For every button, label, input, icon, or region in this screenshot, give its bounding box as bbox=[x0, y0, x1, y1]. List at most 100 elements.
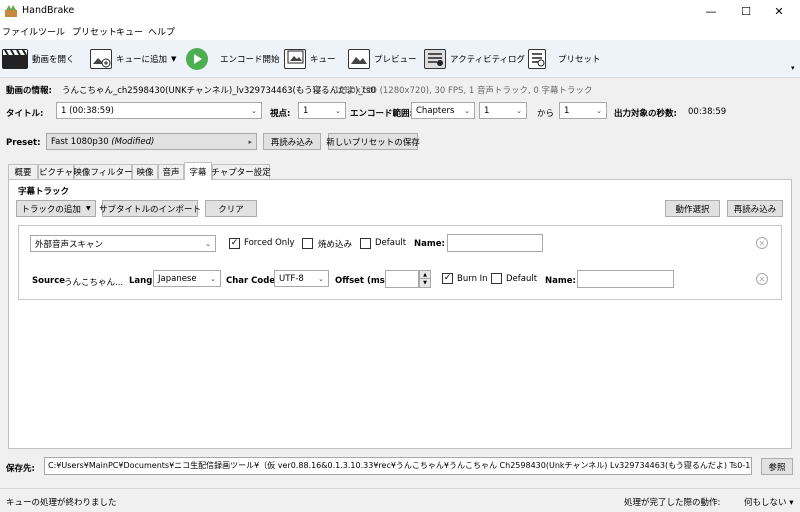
preview-button[interactable]: プレビュー bbox=[348, 46, 417, 72]
range-end-select[interactable]: 1 ⌄ bbox=[559, 102, 607, 119]
spinner-down-icon[interactable]: ▼ bbox=[420, 279, 430, 287]
add-track-label: トラックの追加 bbox=[21, 204, 81, 215]
angle-label: 視点: bbox=[270, 109, 291, 119]
preset-selector[interactable]: Fast 1080p30 (Modified) ▸ bbox=[46, 133, 257, 150]
source-details: 1280x720 (1280x720), 30 FPS, 1 音声トラック, 0… bbox=[334, 86, 593, 96]
save-new-preset-button[interactable]: 新しいプリセットの保存 bbox=[326, 133, 420, 150]
preset-name: Fast 1080p30 bbox=[51, 136, 109, 147]
preset-label: Preset: bbox=[6, 138, 41, 148]
open-source-label: 動画を開く bbox=[32, 55, 75, 65]
clear-button[interactable]: クリア bbox=[205, 200, 257, 217]
start-encode-label: エンコード開始 bbox=[220, 55, 280, 65]
track1-burn-label: 焼め込み bbox=[318, 240, 353, 250]
when-done-label: 処理が完了した際の動作: bbox=[624, 498, 721, 508]
check-icon: ✓ bbox=[230, 238, 239, 248]
tab-audio[interactable]: 音声 bbox=[158, 164, 184, 179]
tab-picture[interactable]: ピクチャ bbox=[38, 164, 74, 179]
track1-source-value: 外部音声スキャン bbox=[35, 239, 104, 250]
menu-tools[interactable]: ツール bbox=[38, 25, 65, 38]
track2-remove-icon[interactable]: ✕ bbox=[756, 273, 768, 285]
tab-video[interactable]: 映像 bbox=[132, 164, 158, 179]
close-button[interactable]: ✕ bbox=[756, 0, 800, 22]
track2-name-input[interactable] bbox=[577, 270, 674, 288]
chevron-down-icon: ⌄ bbox=[318, 274, 324, 283]
track1-forced-label: Forced Only bbox=[244, 238, 295, 248]
track2-burn-checkbox[interactable]: ✓ bbox=[442, 273, 453, 284]
when-done-select[interactable]: 何もしない ▾ bbox=[744, 496, 794, 508]
preset-modified: (Modified) bbox=[111, 136, 155, 147]
track1-name-input[interactable] bbox=[447, 234, 543, 252]
track2-lang-select[interactable]: Japanese ⌄ bbox=[153, 270, 221, 287]
spinner-up-icon[interactable]: ▲ bbox=[420, 271, 430, 279]
add-image-icon bbox=[90, 49, 112, 69]
track1-name-label: Name: bbox=[414, 239, 445, 249]
track1-burn-checkbox[interactable] bbox=[302, 238, 313, 249]
start-encode-button[interactable]: エンコード開始 bbox=[186, 46, 280, 72]
browse-button[interactable]: 参照 bbox=[761, 458, 793, 475]
menu-help[interactable]: ヘルプ bbox=[148, 25, 175, 38]
track2-offset-input[interactable] bbox=[385, 270, 419, 288]
open-source-button[interactable]: 動画を開く bbox=[2, 46, 75, 72]
add-to-queue-button[interactable]: キューに追加 ▼ bbox=[90, 46, 176, 72]
chevron-down-icon: ⌄ bbox=[464, 106, 470, 115]
activity-log-icon bbox=[424, 49, 446, 69]
subtitles-panel bbox=[8, 179, 792, 449]
window-title: HandBrake bbox=[22, 5, 75, 16]
track2-default-label: Default bbox=[506, 274, 538, 284]
track2-default-checkbox[interactable] bbox=[491, 273, 502, 284]
chevron-down-icon: ⌄ bbox=[251, 106, 257, 115]
clapperboard-icon bbox=[2, 49, 28, 69]
chevron-down-icon: ▾ bbox=[789, 498, 794, 508]
toolbar-overflow-icon[interactable]: ▾ bbox=[791, 64, 795, 72]
when-done-value: 何もしない bbox=[744, 498, 787, 508]
toolbar: 動画を開く キューに追加 ▼ エンコード開始 キュー プレビュー アクティビティ… bbox=[0, 40, 800, 78]
range-to-label: から bbox=[537, 109, 555, 119]
close-icon: ✕ bbox=[774, 4, 784, 18]
add-track-button[interactable]: トラックの追加 ▼ bbox=[16, 200, 96, 217]
menu-queue[interactable]: キュー bbox=[116, 25, 143, 38]
source-name: うんこちゃん_ch2598430(UNKチャンネル)_lv329734463(も… bbox=[62, 86, 376, 96]
presets-button[interactable]: プリセット bbox=[528, 46, 601, 72]
chevron-down-icon[interactable]: ▼ bbox=[171, 55, 176, 63]
tab-summary[interactable]: 概要 bbox=[8, 164, 38, 179]
menu-presets[interactable]: プリセット bbox=[72, 25, 117, 38]
duration-label: 出力対象の秒数: bbox=[614, 109, 677, 119]
activity-log-label: アクティビティログ bbox=[450, 55, 526, 65]
behavior-button[interactable]: 動作選択 bbox=[665, 200, 720, 217]
angle-select[interactable]: 1 ⌄ bbox=[298, 102, 346, 119]
track2-source-value: うんこちゃん... bbox=[64, 278, 124, 288]
track1-default-label: Default bbox=[375, 238, 407, 248]
tab-video-filters[interactable]: 映像フィルター bbox=[73, 164, 133, 179]
range-start-select[interactable]: 1 ⌄ bbox=[479, 102, 527, 119]
subtitles-reload-button[interactable]: 再読み込み bbox=[727, 200, 783, 217]
range-start-value: 1 bbox=[484, 105, 490, 116]
preset-reload-button[interactable]: 再読み込み bbox=[263, 133, 321, 150]
chevron-down-icon: ⌄ bbox=[335, 106, 341, 115]
track1-default-checkbox[interactable] bbox=[360, 238, 371, 249]
range-type-select[interactable]: Chapters ⌄ bbox=[411, 102, 475, 119]
maximize-icon: ☐ bbox=[741, 4, 751, 18]
presets-icon bbox=[528, 49, 546, 69]
track2-lang-value: Japanese bbox=[158, 273, 197, 284]
activity-log-button[interactable]: アクティビティログ bbox=[424, 46, 525, 72]
title-select[interactable]: 1 (00:38:59) ⌄ bbox=[56, 102, 262, 119]
track2-source-label: Source bbox=[32, 276, 66, 286]
source-info-label: 動画の情報: bbox=[6, 86, 52, 96]
status-text: キューの処理が終わりました bbox=[6, 498, 117, 508]
track1-source-select[interactable]: 外部音声スキャン ⌄ bbox=[30, 235, 216, 252]
track1-forced-checkbox[interactable]: ✓ bbox=[229, 238, 240, 249]
menu-file[interactable]: ファイル bbox=[2, 25, 38, 38]
queue-button[interactable]: キュー bbox=[284, 46, 336, 72]
tab-subtitles[interactable]: 字幕 bbox=[184, 162, 212, 180]
tab-chapters[interactable]: チャプター設定 bbox=[211, 164, 271, 179]
track2-offset-label: Offset (ms) bbox=[335, 276, 389, 286]
chevron-down-icon: ⌄ bbox=[210, 274, 216, 283]
track2-charcode-label: Char Code bbox=[226, 276, 276, 286]
track2-charcode-select[interactable]: UTF-8 ⌄ bbox=[274, 270, 329, 287]
import-subtitle-button[interactable]: サブタイトルのインポート bbox=[99, 200, 201, 217]
track1-remove-icon[interactable]: ✕ bbox=[756, 237, 768, 249]
check-icon: ✓ bbox=[443, 273, 452, 283]
presets-label: プリセット bbox=[558, 55, 601, 65]
title-select-value: 1 (00:38:59) bbox=[61, 105, 114, 116]
destination-path-input[interactable]: C:¥Users¥MainPC¥Documents¥ニコ生配信録画ツール¥（仮 … bbox=[44, 457, 752, 475]
